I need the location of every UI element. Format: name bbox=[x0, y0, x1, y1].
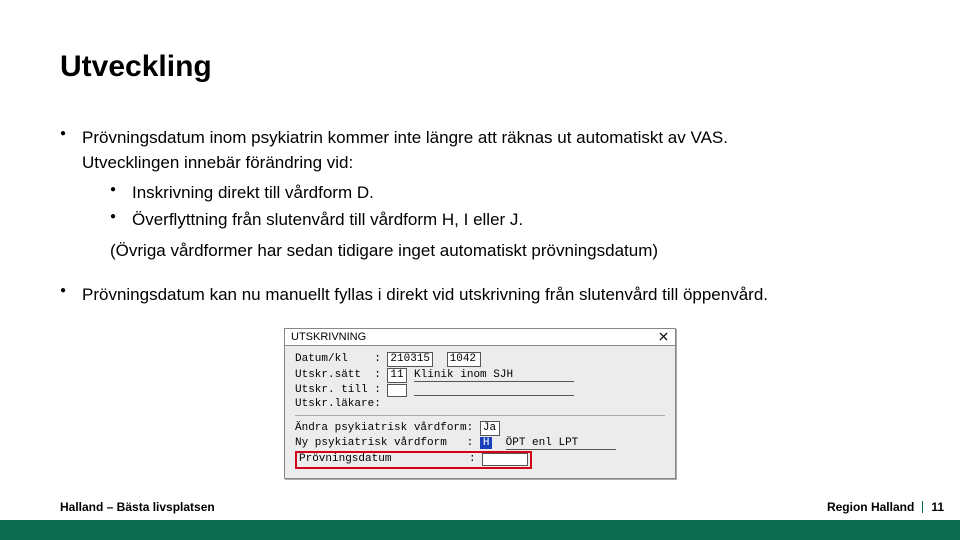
sub-bullet-list: Inskrivning direkt till vårdform D. Över… bbox=[110, 181, 900, 232]
field-satt-text: Klinik inom SJH bbox=[414, 369, 574, 382]
bullet-1: Prövningsdatum inom psykiatrin kommer in… bbox=[60, 126, 900, 263]
field-satt-code[interactable]: 11 bbox=[387, 368, 407, 383]
sub-bullet-1: Inskrivning direkt till vårdform D. bbox=[110, 181, 900, 206]
row-andra: Ändra psykiatrisk vårdform: Ja bbox=[295, 421, 665, 436]
bullet-1-line1: Prövningsdatum inom psykiatrin kommer in… bbox=[82, 128, 728, 147]
label-datum: Datum/kl : bbox=[295, 353, 387, 365]
bullet-1-paren: (Övriga vårdformer har sedan tidigare in… bbox=[110, 239, 900, 264]
row-provningsdatum: Prövningsdatum : bbox=[295, 451, 665, 469]
field-till-text bbox=[414, 384, 574, 396]
sub-bullet-2: Överflyttning från slutenvård till vårdf… bbox=[110, 208, 900, 233]
dialog-titlebar: UTSKRIVNING bbox=[285, 329, 675, 346]
dialog-title: UTSKRIVNING bbox=[291, 331, 366, 343]
dialog-body: Datum/kl : 210315 1042 Utskr.sätt : 11 K… bbox=[285, 346, 675, 478]
field-nyform-code[interactable]: H bbox=[480, 437, 493, 449]
row-datum: Datum/kl : 210315 1042 bbox=[295, 352, 665, 367]
label-andra: Ändra psykiatrisk vårdform: bbox=[295, 422, 480, 434]
footer-left: Halland – Bästa livsplatsen bbox=[60, 500, 215, 514]
divider bbox=[295, 415, 665, 416]
row-lakare: Utskr.läkare: bbox=[295, 398, 665, 410]
page-number: 11 bbox=[931, 500, 944, 514]
field-andra[interactable]: Ja bbox=[480, 421, 500, 436]
row-till: Utskr. till : bbox=[295, 384, 665, 397]
bullet-list: Prövningsdatum inom psykiatrin kommer in… bbox=[60, 126, 900, 308]
field-datum-time[interactable]: 1042 bbox=[447, 352, 481, 367]
footer-separator bbox=[922, 501, 923, 513]
close-icon[interactable] bbox=[655, 330, 671, 344]
field-datum-date[interactable]: 210315 bbox=[387, 352, 433, 367]
label-satt: Utskr.sätt : bbox=[295, 369, 387, 381]
label-provn-colon: : bbox=[469, 453, 476, 465]
label-provn: Prövningsdatum bbox=[299, 453, 469, 465]
field-provn[interactable] bbox=[482, 453, 528, 466]
slide: Utveckling Prövningsdatum inom psykiatri… bbox=[0, 0, 960, 540]
label-till: Utskr. till : bbox=[295, 384, 387, 396]
field-nyform-text: ÖPT enl LPT bbox=[506, 437, 616, 450]
footer-region: Region Halland bbox=[827, 500, 914, 514]
page-title: Utveckling bbox=[60, 50, 900, 84]
bullet-2: Prövningsdatum kan nu manuellt fyllas i … bbox=[60, 283, 900, 308]
label-lakare: Utskr.läkare: bbox=[295, 398, 381, 410]
footer-right-group: Region Halland 11 bbox=[827, 500, 944, 514]
footer-text-row: Halland – Bästa livsplatsen Region Halla… bbox=[0, 496, 960, 520]
redbox-provningsdatum: Prövningsdatum : bbox=[295, 451, 532, 469]
utskrivning-dialog: UTSKRIVNING Datum/kl : 210315 1042 Utskr… bbox=[284, 328, 676, 479]
field-till-code[interactable] bbox=[387, 384, 407, 397]
row-satt: Utskr.sätt : 11 Klinik inom SJH bbox=[295, 368, 665, 383]
label-nyform: Ny psykiatrisk vårdform : bbox=[295, 437, 480, 449]
footer-bar bbox=[0, 520, 960, 540]
bullet-1-line2: Utvecklingen innebär förändring vid: bbox=[82, 153, 353, 172]
row-nyform: Ny psykiatrisk vårdform : H ÖPT enl LPT bbox=[295, 437, 665, 450]
